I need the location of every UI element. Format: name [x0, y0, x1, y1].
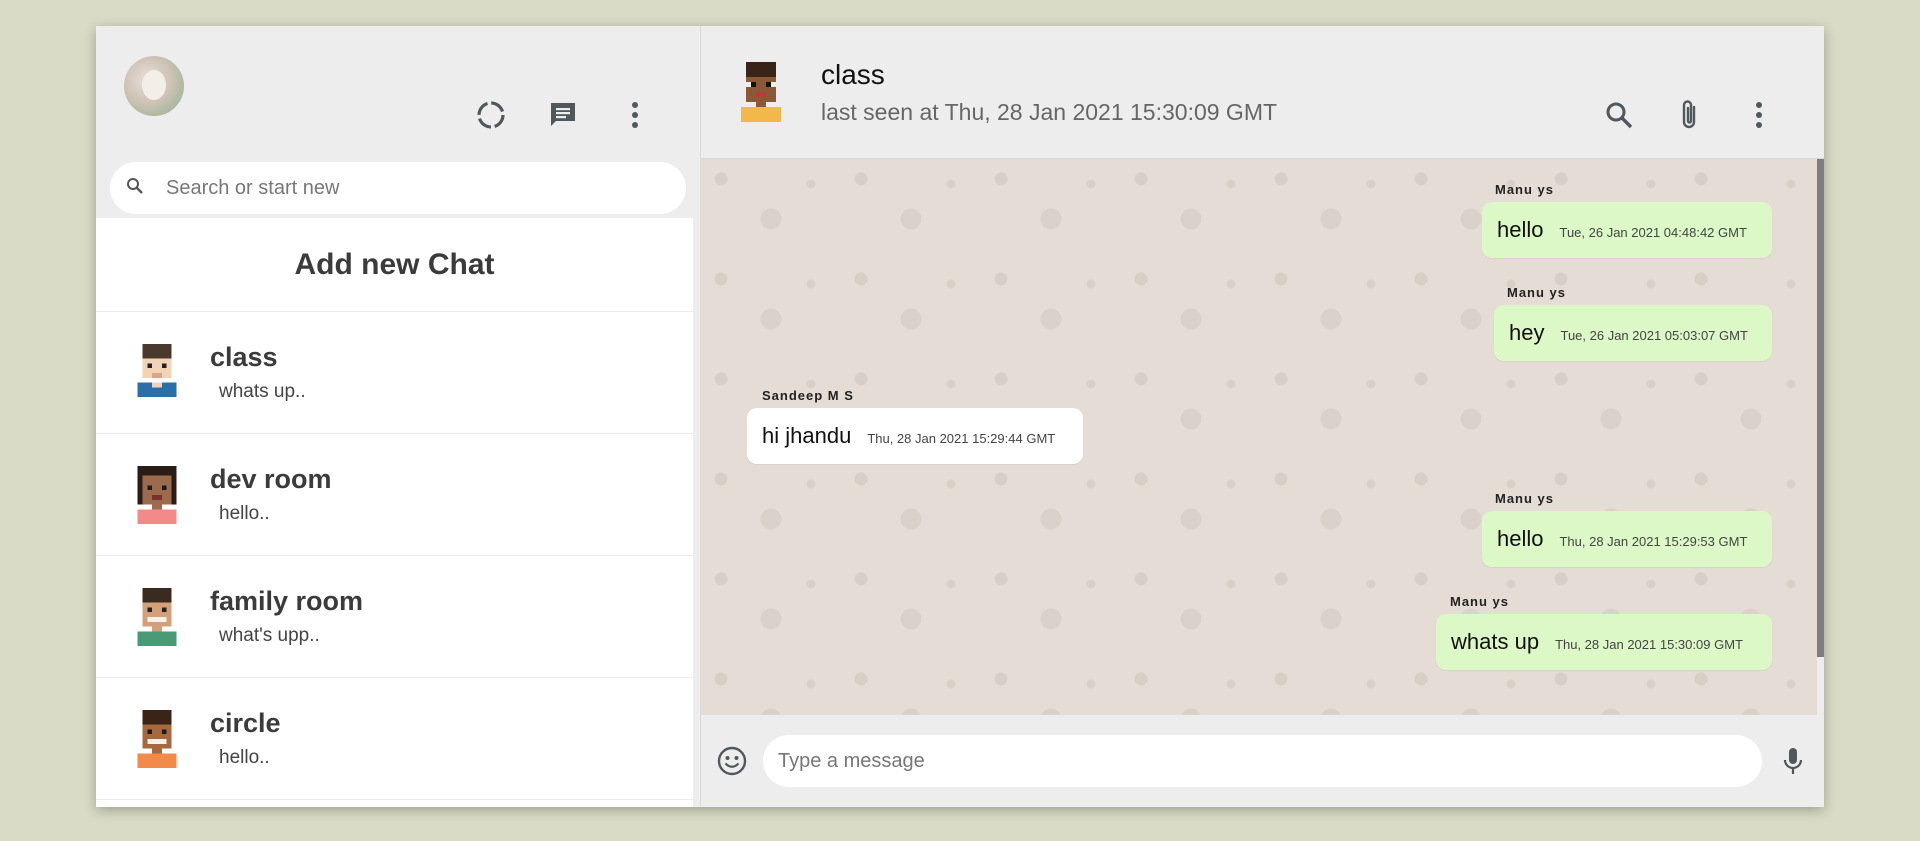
status-icon[interactable] — [474, 98, 508, 132]
user-avatar[interactable] — [124, 56, 184, 116]
paperclip-icon[interactable] — [1672, 98, 1706, 132]
new-chat-icon[interactable] — [546, 98, 580, 132]
message-sender: Manu ys — [1507, 285, 1567, 300]
message-time: Tue, 26 Jan 2021 05:03:07 GMT — [1560, 327, 1748, 343]
message-sender: Sandeep M S — [762, 388, 854, 403]
chat-panel: class last seen at Thu, 28 Jan 2021 15:3… — [701, 26, 1824, 807]
message-sender: Manu ys — [1495, 182, 1555, 197]
chat-list-item[interactable]: family room what's upp.. — [96, 556, 693, 678]
search-box — [110, 162, 686, 214]
chat-avatar — [137, 587, 177, 646]
chat-list: Add new Chat class whats up.. dev room h… — [96, 216, 693, 807]
message-input-box — [763, 735, 1762, 787]
chat-header: class last seen at Thu, 28 Jan 2021 15:3… — [701, 26, 1824, 159]
chat-name: circle — [210, 708, 281, 738]
message-time: Tue, 26 Jan 2021 04:48:42 GMT — [1559, 224, 1747, 240]
message-bubble-outgoing: hey Tue, 26 Jan 2021 05:03:07 GMT — [1494, 305, 1772, 361]
more-vertical-icon[interactable] — [1742, 98, 1776, 132]
microphone-icon[interactable] — [1776, 744, 1810, 778]
chat-list-item[interactable]: dev room hello.. — [96, 434, 693, 556]
more-vertical-icon[interactable] — [618, 98, 652, 132]
message-text: hi jhandu — [762, 423, 852, 448]
message-time: Thu, 28 Jan 2021 15:29:53 GMT — [1559, 533, 1748, 549]
sidebar-actions — [474, 98, 652, 132]
chat-list-item[interactable]: class whats up.. — [96, 312, 693, 434]
last-seen-status: last seen at Thu, 28 Jan 2021 15:30:09 G… — [821, 98, 1278, 125]
add-new-chat-button[interactable]: Add new Chat — [96, 218, 693, 312]
message-time: Thu, 28 Jan 2021 15:29:44 GMT — [867, 430, 1056, 446]
chat-name: family room — [210, 586, 364, 616]
scrollbar[interactable] — [1817, 159, 1824, 657]
search-container — [96, 156, 700, 216]
app-window: Add new Chat class whats up.. — [96, 26, 1824, 807]
chat-avatar — [137, 709, 177, 768]
chat-list-item[interactable]: circle hello.. — [96, 678, 693, 800]
message-area[interactable]: Manu ys hello Tue, 26 Jan 2021 04:48:42 … — [701, 159, 1824, 715]
message-input[interactable] — [778, 749, 1747, 773]
chat-avatar — [137, 465, 177, 524]
search-icon[interactable] — [1602, 98, 1636, 132]
search-icon — [126, 177, 144, 200]
message-text: hey — [1509, 320, 1545, 345]
message-text: hello — [1497, 526, 1544, 551]
message-text: hello — [1497, 217, 1544, 242]
message-text: whats up — [1451, 629, 1540, 654]
chat-title: class — [821, 58, 885, 90]
chat-header-actions — [1602, 98, 1776, 132]
message-bubble-outgoing: hello Tue, 26 Jan 2021 04:48:42 GMT — [1482, 202, 1772, 258]
sidebar: Add new Chat class whats up.. — [96, 26, 701, 807]
message-bubble-outgoing: whats up Thu, 28 Jan 2021 15:30:09 GMT — [1436, 614, 1772, 670]
search-input[interactable] — [166, 176, 670, 200]
message-sender: Manu ys — [1450, 594, 1510, 609]
message-bubble-incoming: hi jhandu Thu, 28 Jan 2021 15:29:44 GMT — [747, 408, 1083, 464]
message-composer — [701, 715, 1824, 807]
chat-avatar — [137, 343, 177, 397]
emoji-icon[interactable] — [715, 744, 749, 778]
chat-last-message: hello.. — [219, 747, 270, 768]
chat-name: dev room — [210, 464, 332, 494]
chat-last-message: what's upp.. — [219, 625, 320, 646]
chat-header-avatar[interactable] — [735, 62, 787, 122]
message-bubble-outgoing: hello Thu, 28 Jan 2021 15:29:53 GMT — [1482, 511, 1772, 567]
chat-last-message: hello.. — [219, 503, 270, 524]
message-time: Thu, 28 Jan 2021 15:30:09 GMT — [1555, 636, 1743, 652]
sidebar-header — [96, 26, 700, 156]
message-sender: Manu ys — [1495, 491, 1555, 506]
chat-last-message: whats up.. — [219, 381, 306, 402]
chat-name: class — [210, 342, 278, 372]
